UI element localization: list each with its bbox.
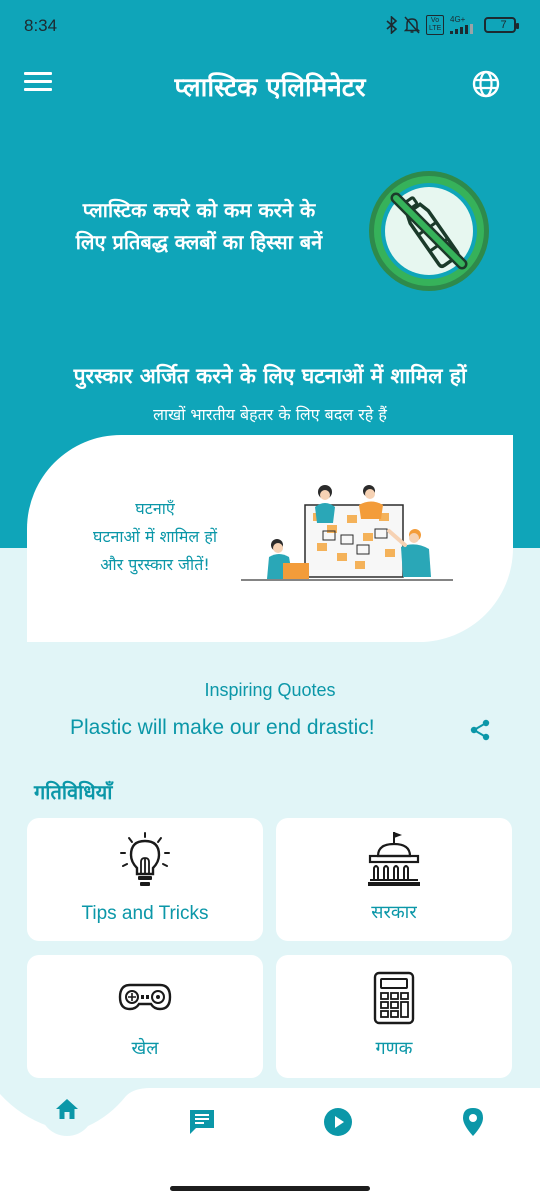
events-card-text: घटनाएँ घटनाओं में शामिल हों और पुरस्कार … [65, 495, 245, 579]
gesture-handle[interactable] [170, 1186, 370, 1191]
gamepad-icon [118, 983, 172, 1011]
nav-home[interactable] [40, 1082, 94, 1136]
tile-calculator[interactable]: गणक [276, 955, 512, 1078]
status-time: 8:34 [24, 16, 58, 35]
gesture-area [0, 1166, 540, 1200]
activities-title: गतिविधियाँ [34, 780, 113, 804]
quote-text: Plastic will make our end drastic! [70, 716, 375, 739]
network-type: 4G+ [450, 15, 466, 24]
mute-bell-icon [404, 16, 420, 34]
hero-line-2: लिए प्रतिबद्ध क्लबों का हिस्सा बनें [75, 230, 323, 254]
tile-label-calculator: गणक [375, 1038, 413, 1059]
home-icon [56, 1099, 78, 1119]
government-building-icon [368, 832, 420, 886]
feedback-chat-icon [190, 1110, 214, 1134]
hero-line-1: प्लास्टिक कचरे को कम करने के [82, 198, 316, 222]
tile-label-games: खेल [131, 1038, 159, 1059]
quotes-label: Inspiring Quotes [204, 680, 336, 700]
tile-label-tips-and-tricks: Tips and Tricks [81, 903, 209, 924]
hero-tagline: प्लास्टिक कचरे को कम करने के लिए प्रतिबद… [40, 194, 358, 258]
events-card-line-2: घटनाओं में शामिल हों [93, 527, 217, 546]
battery-icon: 7 [484, 17, 519, 33]
signal-bars-icon [450, 24, 473, 34]
nav-feedback[interactable] [187, 1107, 217, 1137]
play-icon [324, 1108, 352, 1136]
bluetooth-icon [386, 16, 398, 34]
tile-government[interactable]: सरकार [276, 818, 512, 941]
tile-tips-and-tricks[interactable]: Tips and Tricks [27, 818, 263, 941]
tile-games[interactable]: खेल [27, 955, 263, 1078]
calculator-icon [373, 971, 415, 1025]
status-icons: Vo LTE 4G+ 7 [386, 15, 519, 35]
share-icon[interactable] [468, 718, 492, 742]
tile-label-government: सरकार [371, 902, 417, 923]
volte-badge: Vo LTE [426, 15, 444, 35]
events-card-line-3: और पुरस्कार जीतें! [100, 555, 210, 574]
app-title: प्लास्टिक एलिमिनेटर [174, 73, 366, 103]
no-plastic-bottle-icon [369, 171, 489, 291]
nav-videos[interactable] [323, 1107, 353, 1137]
signal-cluster: 4G+ [450, 16, 478, 34]
lightbulb-icon [120, 832, 170, 886]
events-heading: पुरस्कार अर्जित करने के लिए घटनाओं में श… [73, 364, 467, 388]
battery-level: 7 [500, 19, 507, 31]
nav-location[interactable] [458, 1107, 488, 1137]
events-subheading: लाखों भारतीय बेहतर के लिए बदल रहे हैं [153, 405, 387, 424]
events-card-line-1: घटनाएँ [135, 499, 175, 518]
status-bar: 8:34 Vo LTE 4G+ 7 [0, 0, 540, 52]
team-collaboration-illustration [241, 485, 453, 581]
location-pin-icon [463, 1108, 483, 1136]
globe-language-icon[interactable] [472, 70, 500, 98]
events-card[interactable]: घटनाएँ घटनाओं में शामिल हों और पुरस्कार … [27, 435, 513, 642]
app-bar: प्लास्टिक एलिमिनेटर [0, 60, 540, 108]
